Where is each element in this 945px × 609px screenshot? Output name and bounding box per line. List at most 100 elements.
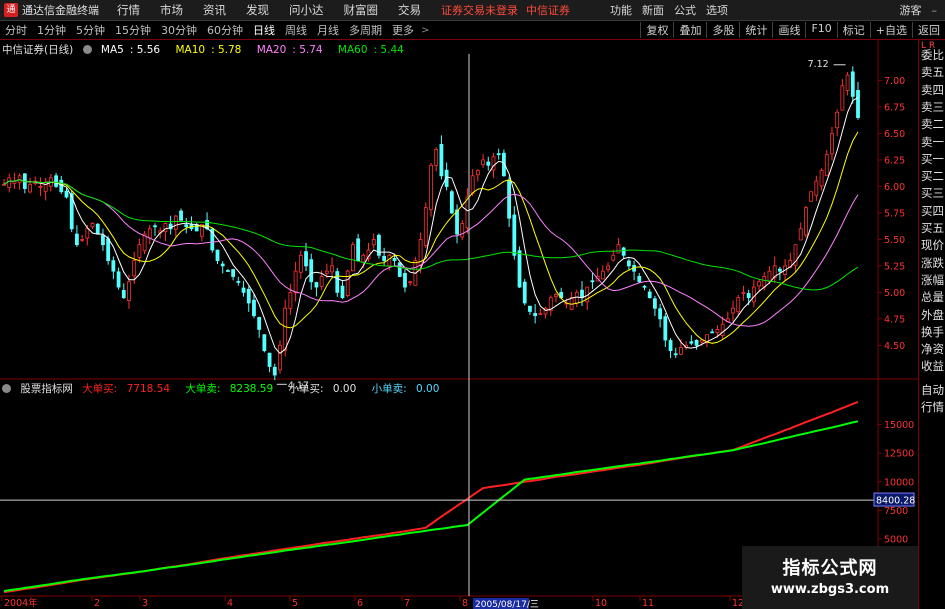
tool-back[interactable]: 返回 bbox=[912, 22, 945, 38]
side-item[interactable]: 买三 bbox=[921, 187, 945, 200]
period-toolbar: 分时 1分钟 5分钟 15分钟 30分钟 60分钟 日线 周线 月线 多周期 更… bbox=[0, 21, 945, 40]
candle-body bbox=[17, 175, 22, 183]
tool-multi-stock[interactable]: 多股 bbox=[706, 22, 739, 38]
side-item[interactable]: 净资 bbox=[921, 343, 945, 356]
date-tick-label: 3 bbox=[142, 598, 148, 609]
settings-circle-icon[interactable] bbox=[2, 384, 11, 393]
settings-circle-icon[interactable] bbox=[82, 45, 92, 54]
tool-overlay[interactable]: 叠加 bbox=[673, 22, 706, 38]
date-tick-label: 2 bbox=[94, 598, 100, 609]
menu-options[interactable]: 选项 bbox=[706, 2, 728, 18]
flow-chart-header: 股票指标网 大单买: 7718.54 大单卖: 8238.59 小单买: 0.0… bbox=[2, 381, 451, 396]
price-tick-label: 6.00 bbox=[884, 182, 905, 193]
candle-body bbox=[720, 323, 725, 336]
candle-body bbox=[236, 281, 241, 283]
candle-body bbox=[267, 352, 272, 367]
menu-news[interactable]: 资讯 bbox=[203, 2, 226, 18]
side-item[interactable]: 换手 bbox=[921, 325, 945, 339]
period-1min[interactable]: 1分钟 bbox=[32, 22, 71, 38]
date-tick-label: 8 bbox=[462, 598, 468, 609]
trade-login-notice[interactable]: 证券交易未登录 bbox=[441, 2, 518, 18]
period-60min[interactable]: 60分钟 bbox=[202, 22, 248, 38]
side-item[interactable]: 卖四 bbox=[921, 83, 945, 97]
side-item[interactable]: 卖一 bbox=[921, 135, 945, 149]
candle-body bbox=[798, 228, 803, 241]
tool-draw-line[interactable]: 画线 bbox=[772, 22, 805, 38]
side-item[interactable]: 总量 bbox=[921, 291, 945, 304]
side-item[interactable]: 现价 bbox=[921, 239, 945, 252]
tool-statistics[interactable]: 统计 bbox=[739, 22, 772, 38]
candle-body bbox=[350, 244, 355, 272]
app-logo-icon: 通 bbox=[4, 3, 18, 17]
candle-body bbox=[845, 74, 850, 91]
side-item[interactable]: 外盘 bbox=[921, 308, 945, 322]
period-30min[interactable]: 30分钟 bbox=[156, 22, 202, 38]
broker-name[interactable]: 中信证券 bbox=[526, 2, 570, 18]
date-tick-label: 4 bbox=[227, 598, 233, 609]
order-flow-lines bbox=[3, 400, 859, 594]
candle-body bbox=[59, 179, 64, 193]
side-item[interactable]: 买四 bbox=[921, 204, 945, 218]
menu-functions[interactable]: 功能 bbox=[610, 2, 632, 18]
chart-canvas[interactable]: 7.00 6.75 6.50 6.25 6.00 5.75 5.50 5.25 5.00 4.75… bbox=[0, 40, 918, 609]
period-5min[interactable]: 5分钟 bbox=[71, 22, 110, 38]
candle-body bbox=[309, 259, 314, 283]
candle-body bbox=[85, 228, 90, 239]
candle-body bbox=[387, 254, 392, 267]
candle-body bbox=[637, 275, 642, 283]
side-item[interactable]: 买二 bbox=[921, 170, 945, 183]
candle-body bbox=[257, 317, 262, 330]
period-intraday[interactable]: 分时 bbox=[0, 22, 32, 38]
period-monthly[interactable]: 月线 bbox=[312, 22, 344, 38]
side-item[interactable]: 涨跌 bbox=[921, 256, 945, 270]
menu-market-quotes[interactable]: 行情 bbox=[117, 2, 140, 18]
candle-body bbox=[231, 269, 236, 277]
date-tick-label: 7 bbox=[404, 598, 410, 609]
side-item[interactable]: 委比 bbox=[921, 49, 945, 62]
period-more[interactable]: 更多 bbox=[387, 22, 419, 38]
candle-body bbox=[455, 209, 459, 235]
menu-market[interactable]: 市场 bbox=[160, 2, 183, 18]
menu-wealth-circle[interactable]: 财富圈 bbox=[344, 2, 379, 18]
small-buy-readout: 小单买: 0.00 bbox=[288, 383, 357, 395]
candle-body bbox=[668, 340, 673, 352]
side-item[interactable]: 卖三 bbox=[921, 100, 945, 114]
tool-add-watchlist[interactable]: +自选 bbox=[869, 22, 912, 38]
guest-account[interactable]: 游客 bbox=[900, 2, 922, 18]
ma5-line bbox=[3, 96, 859, 355]
ma20-readout: MA20: 5.74 bbox=[256, 44, 323, 56]
candle-body bbox=[54, 175, 58, 187]
candle-body bbox=[2, 183, 6, 186]
side-item[interactable]: 涨幅 bbox=[921, 273, 945, 287]
candle-body bbox=[470, 175, 475, 194]
tool-f10[interactable]: F10 bbox=[805, 22, 836, 38]
side-item[interactable]: 买五 bbox=[921, 222, 945, 235]
menu-ask-xiaoda[interactable]: 问小达 bbox=[289, 2, 324, 18]
period-daily[interactable]: 日线 bbox=[248, 22, 280, 38]
period-15min[interactable]: 15分钟 bbox=[110, 22, 156, 38]
minimize-icon[interactable]: – bbox=[932, 4, 938, 17]
candle-body bbox=[850, 71, 855, 97]
menu-trade[interactable]: 交易 bbox=[398, 2, 421, 18]
period-multi[interactable]: 多周期 bbox=[344, 22, 387, 38]
chevron-right-icon[interactable]: > bbox=[421, 25, 429, 36]
candle-body bbox=[403, 273, 407, 288]
side-item[interactable]: 卖二 bbox=[921, 118, 945, 131]
candle-body bbox=[522, 281, 527, 304]
price-tick-label: 5.50 bbox=[884, 235, 905, 246]
menu-discover[interactable]: 发现 bbox=[246, 2, 269, 18]
chart-tools: 复权 叠加 多股 统计 画线 F10 标记 +自选 返回 bbox=[640, 22, 945, 38]
candle-body bbox=[423, 207, 428, 246]
menu-new-page[interactable]: 新面 bbox=[642, 2, 664, 18]
side-item[interactable]: 买一 bbox=[921, 152, 945, 166]
menu-formula[interactable]: 公式 bbox=[674, 2, 696, 18]
period-weekly[interactable]: 周线 bbox=[280, 22, 312, 38]
tool-adjust-rights[interactable]: 复权 bbox=[640, 22, 673, 38]
tool-mark[interactable]: 标记 bbox=[836, 22, 870, 38]
candle-body bbox=[356, 238, 360, 261]
side-item[interactable]: 卖五 bbox=[921, 66, 945, 79]
side-item[interactable]: 收益 bbox=[921, 360, 945, 373]
date-tick-label: 10 bbox=[595, 598, 607, 609]
side-bottom-item[interactable]: 行情 bbox=[921, 401, 945, 414]
side-bottom-item[interactable]: 自动 bbox=[921, 384, 945, 397]
